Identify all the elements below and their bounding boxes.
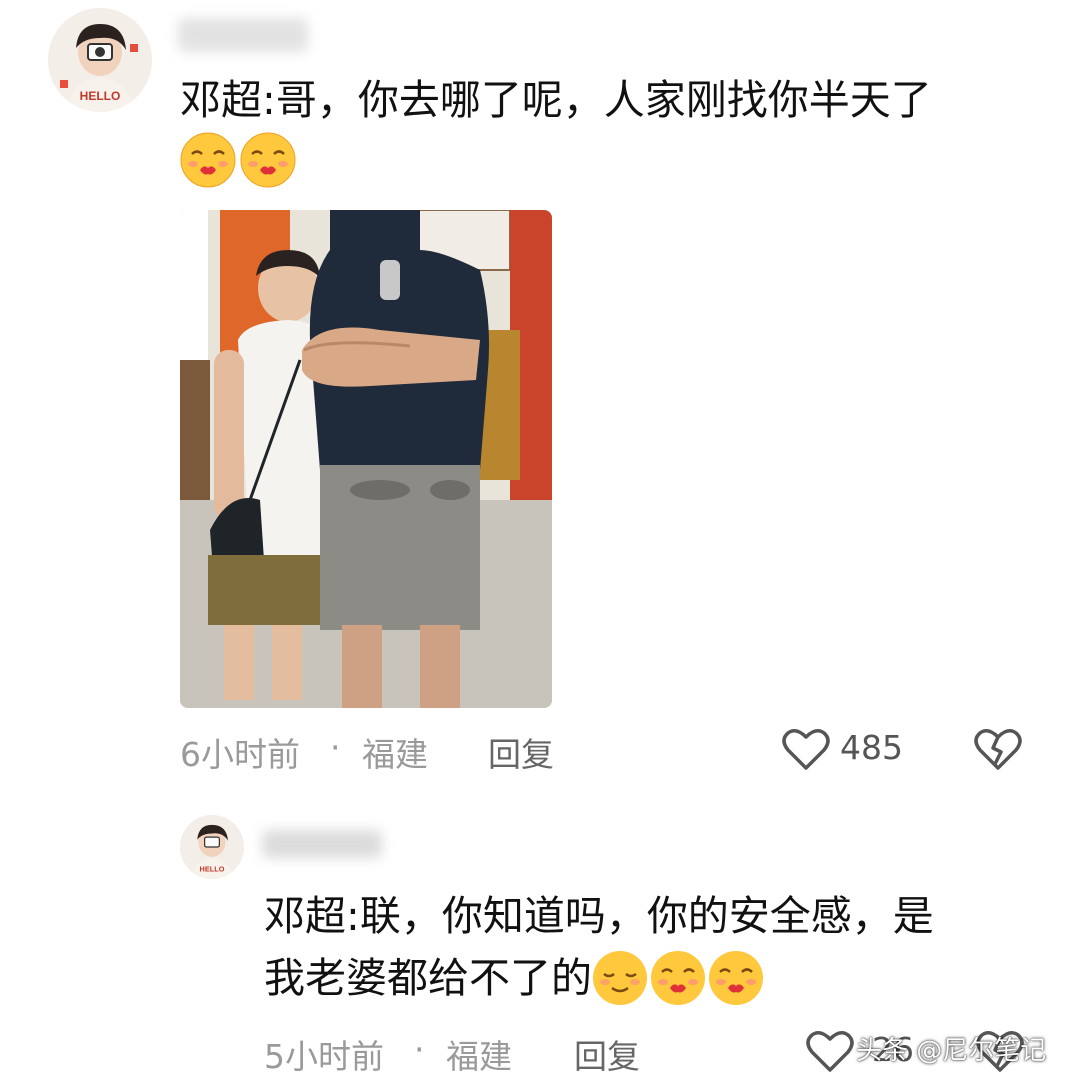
username-blurred[interactable]: [178, 18, 308, 52]
reply-text-line2-row: 我老婆都给不了的: [264, 950, 764, 1008]
like-heart-icon[interactable]: [806, 1030, 854, 1074]
dislike-broken-heart-icon[interactable]: [974, 728, 1022, 772]
meta-separator: ·: [414, 1030, 425, 1069]
meta-separator: ·: [330, 728, 341, 767]
reply-timestamp: 5小时前: [264, 1037, 384, 1076]
smug-emoji-icon: [592, 950, 648, 1006]
reply-username-blurred[interactable]: [262, 830, 382, 858]
svg-text:HELLO: HELLO: [200, 865, 225, 874]
comment-timestamp: 6小时前: [180, 735, 300, 774]
reply-reply-button[interactable]: 回复: [574, 1030, 640, 1078]
kiss-emoji-icon: [240, 132, 296, 188]
reply-avatar[interactable]: HELLO: [180, 815, 244, 879]
reply-text-line2: 我老婆都给不了的: [264, 954, 592, 1002]
kiss-emoji-icon: [650, 950, 706, 1006]
comment-location: 福建: [362, 735, 428, 774]
reply-button[interactable]: 回复: [488, 728, 554, 776]
reply-location: 福建: [446, 1037, 512, 1076]
reply-text-line1: 邓超:联，你知道吗，你的安全感，是: [264, 892, 934, 940]
comment-photo[interactable]: [180, 210, 552, 708]
svg-text:HELLO: HELLO: [80, 89, 121, 103]
kiss-emoji-icon: [708, 950, 764, 1006]
comment-text: 邓超:哥，你去哪了呢，人家刚找你半天了: [180, 76, 932, 124]
comment-emojis: [180, 132, 296, 190]
like-heart-icon[interactable]: [782, 728, 830, 772]
like-count: 485: [840, 728, 903, 767]
avatar[interactable]: HELLO: [48, 8, 152, 112]
kiss-emoji-icon: [180, 132, 236, 188]
watermark: 头条 @尼尔笔记: [856, 1036, 1047, 1066]
